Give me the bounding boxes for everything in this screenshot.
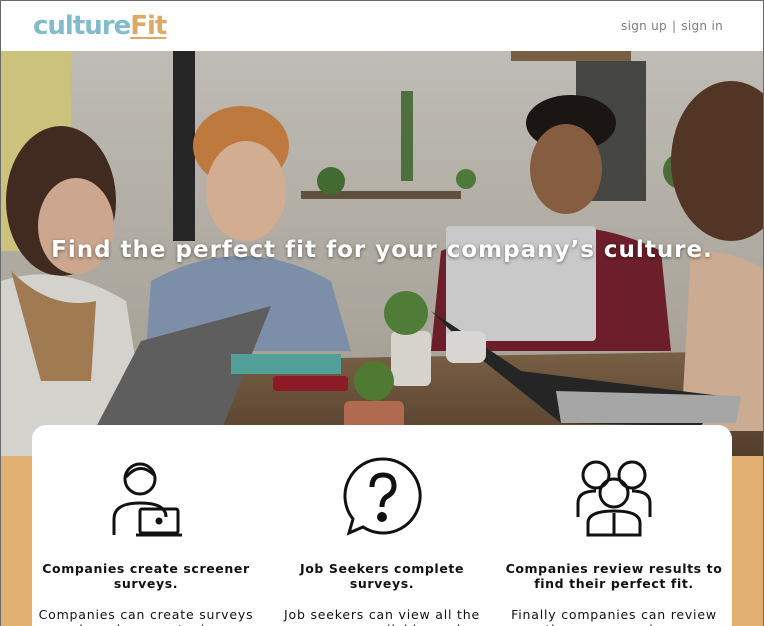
logo-fit-text: Fit — [130, 11, 167, 41]
auth-links: sign up | sign in — [621, 19, 723, 33]
sign-up-link[interactable]: sign up — [621, 19, 667, 33]
person-laptop-icon — [36, 455, 256, 537]
logo-culture-text: culture — [33, 11, 131, 41]
brand-logo[interactable]: cultureFit — [33, 11, 167, 41]
feature-text-3: Finally companies can review the scores,… — [511, 607, 717, 626]
hero-banner: Find the perfect fit for your company’s … — [0, 51, 764, 456]
feature-title-2: Job Seekers complete surveys. — [299, 561, 465, 591]
feature-title-1: Companies create screener surveys. — [42, 561, 250, 591]
top-header: cultureFit sign up | sign in — [0, 0, 764, 51]
group-people-icon — [504, 455, 724, 537]
feature-column-1: Companies create screener surveys. Compa… — [36, 455, 256, 626]
sign-in-link[interactable]: sign in — [681, 19, 723, 33]
features-card: Companies create screener surveys. Compa… — [32, 425, 732, 626]
auth-separator: | — [671, 19, 677, 33]
feature-text-1: Companies can create surveys based on an… — [38, 607, 254, 626]
question-bubble-icon — [272, 455, 492, 537]
feature-column-3: Companies review results to find their p… — [504, 455, 724, 626]
feature-title-3: Companies review results to find their p… — [505, 561, 723, 591]
feature-column-2: Job Seekers complete surveys. Job seeker… — [272, 455, 492, 626]
hero-title: Find the perfect fit for your company’s … — [51, 237, 713, 263]
feature-text-2: Job seekers can view all the surveys ava… — [284, 607, 480, 626]
